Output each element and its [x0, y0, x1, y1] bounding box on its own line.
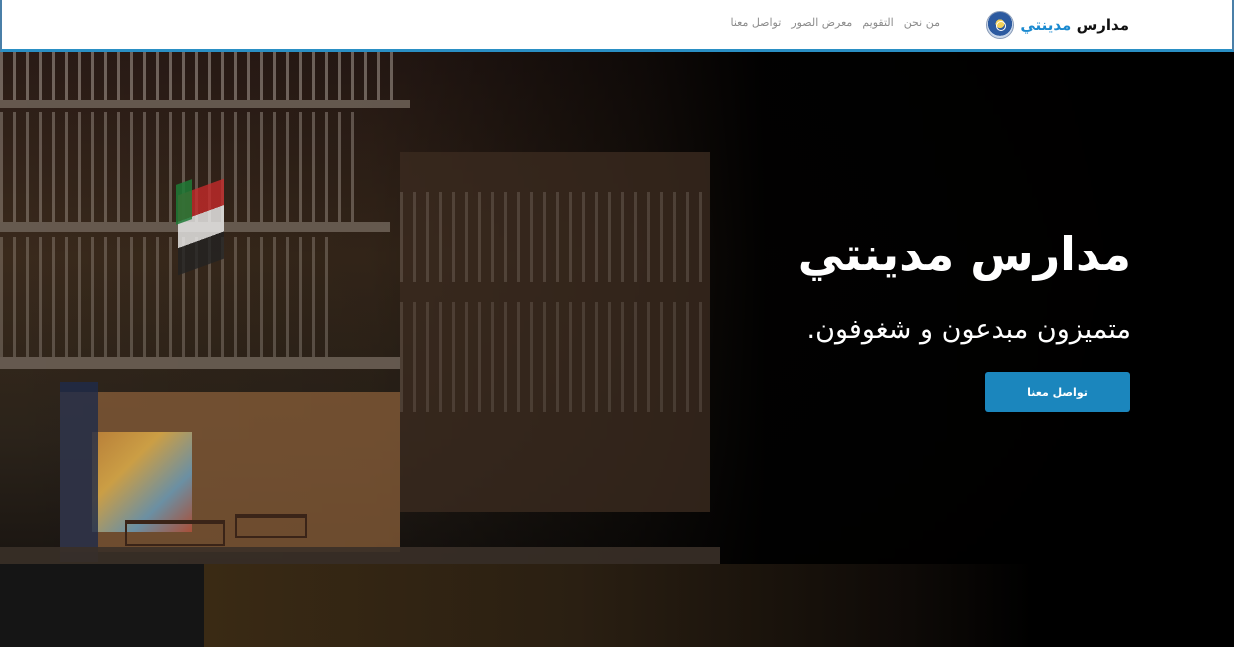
brand-name: مدارس مدينتي [1020, 16, 1129, 34]
next-section-preview [0, 564, 1234, 647]
hero-title: مدارس مدينتي [797, 227, 1131, 281]
contact-us-button[interactable]: تواصل معنا [985, 372, 1130, 412]
brand-name-part1: مدارس [1076, 16, 1129, 34]
hero-subtitle: متميزون مبدعون و شغوفون. [806, 314, 1131, 345]
nav-link-gallery[interactable]: معرض الصور [791, 16, 852, 29]
photo-floor-slab [0, 100, 410, 108]
school-emblem-icon [986, 11, 1015, 39]
photo-railing [0, 52, 400, 100]
photo-railing [0, 237, 330, 357]
next-section-panel-left [0, 564, 204, 647]
photo-railing [400, 302, 710, 412]
photo-bench [235, 514, 307, 538]
photo-pillar [60, 382, 98, 562]
nav-link-about[interactable]: من نحن [904, 16, 940, 29]
photo-bench [125, 520, 225, 546]
nav-link-calendar[interactable]: التقويم [862, 16, 893, 29]
nav-link-contact[interactable]: تواصل معنا [730, 16, 781, 29]
next-section-image [204, 564, 1034, 647]
brand[interactable]: مدارس مدينتي [986, 10, 1129, 40]
brand-name-part2: مدينتي [1020, 16, 1072, 34]
photo-flag-triangle [176, 179, 192, 225]
top-navbar: مدارس مدينتي من نحن التقويم معرض الصور ت… [0, 0, 1234, 52]
photo-railing [400, 192, 710, 282]
photo-floor-slab [0, 357, 400, 369]
hero-section: مدارس مدينتي متميزون مبدعون و شغوفون. تو… [0, 52, 1234, 564]
photo-mural [92, 432, 192, 532]
photo-ground [0, 547, 720, 564]
nav-links: من نحن التقويم معرض الصور تواصل معنا [730, 16, 940, 29]
school-building-photo [0, 52, 1234, 564]
